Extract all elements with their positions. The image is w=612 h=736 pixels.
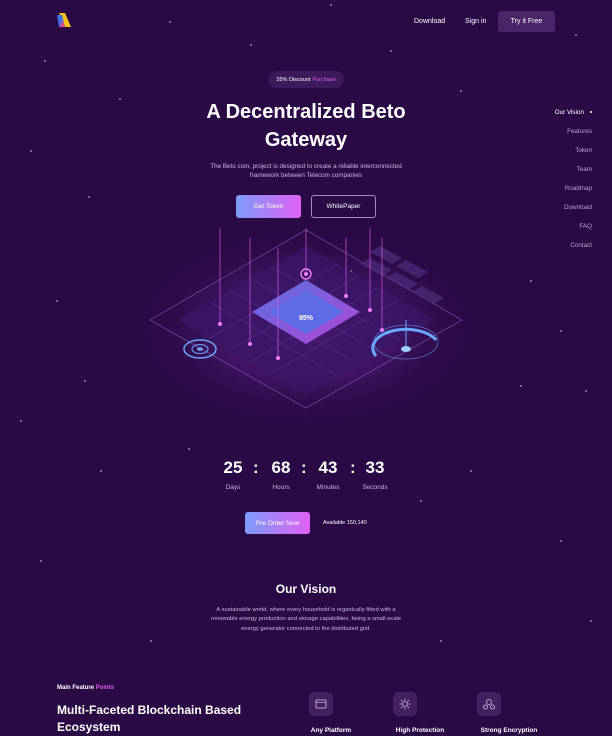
try-free-button[interactable]: Try it Free <box>498 11 555 32</box>
hero-subtitle-line-1: The Beto coin, project is designed to cr… <box>210 163 402 170</box>
countdown-minutes-label: Minutes <box>316 484 340 491</box>
features-title-line-2: Ecosystem <box>57 720 121 734</box>
features-kicker-text: Main Feature <box>57 685 95 691</box>
section-nav-contact[interactable]: Contact <box>512 240 592 259</box>
countdown-days: 25 Days <box>213 458 253 491</box>
section-nav-vision[interactable]: Our Vision <box>512 107 592 126</box>
countdown-hours: 68 Hours <box>261 458 301 491</box>
hero-title-line-1: A Decentralized Beto <box>206 101 406 123</box>
countdown-minutes-value: 43 <box>318 458 338 477</box>
protection-icon <box>393 692 417 716</box>
hero-title: A Decentralized Beto Gateway <box>180 98 432 154</box>
feature-strong-encryption: Strong Encryption <box>480 727 538 734</box>
hero-title-line-2: Gateway <box>264 129 348 151</box>
section-nav-token[interactable]: Token <box>512 145 592 164</box>
nav-download-link[interactable]: Download <box>414 18 445 25</box>
vision-text: A sustainable world, where every househo… <box>190 606 422 634</box>
platform-icon <box>309 692 333 716</box>
features-kicker-accent: Points <box>95 685 115 691</box>
features-kicker: Main Feature Points <box>57 685 114 691</box>
vision-text-line-1: A sustainable world, where every househo… <box>216 607 396 613</box>
blockchain-chip-illustration: 95% <box>136 228 476 426</box>
section-nav-roadmap[interactable]: Roadmap <box>512 183 592 202</box>
pre-order-button[interactable]: Pre Order Now <box>245 512 310 534</box>
section-nav-download[interactable]: Download <box>512 202 592 221</box>
features-title-line-1: Multi-Faceted Blockchain Based <box>57 703 242 717</box>
section-nav: Our Vision Features Token Team Roadmap D… <box>512 107 592 259</box>
countdown-separator: : <box>301 458 307 477</box>
section-nav-faq[interactable]: FAQ <box>512 221 592 240</box>
chip-label: 95% <box>299 315 314 322</box>
get-token-button[interactable]: Get Token <box>236 195 301 218</box>
encryption-icon <box>477 692 501 716</box>
feature-any-platform: Any Platform <box>310 727 352 734</box>
countdown-seconds: 33 Seconds <box>355 458 395 491</box>
countdown-minutes: 43 Minutes <box>308 458 348 491</box>
discount-badge[interactable]: 35% Discount Purchase <box>268 71 344 88</box>
countdown-separator: : <box>253 458 259 477</box>
countdown-seconds-value: 33 <box>365 458 385 477</box>
vision-title: Our Vision <box>275 582 337 596</box>
vision-text-line-2: renewable energy production and storage … <box>210 616 402 623</box>
whitepaper-button[interactable]: WhitePaper <box>311 195 376 218</box>
nav-signin-link[interactable]: Sign in <box>465 18 486 25</box>
countdown-hours-label: Hours <box>272 484 290 491</box>
section-nav-features[interactable]: Features <box>512 126 592 145</box>
countdown-days-value: 25 <box>223 458 243 477</box>
features-title: Multi-Faceted Blockchain Based Ecosystem <box>57 702 277 736</box>
countdown-days-label: Days <box>225 484 241 491</box>
countdown-hours-value: 68 <box>271 458 291 477</box>
available-count: Available 150,140 <box>323 520 367 526</box>
hero-subtitle-line-2: framework between Telecom companies <box>249 172 363 179</box>
beto-logo[interactable] <box>57 12 71 28</box>
feature-high-protection: High Protection <box>395 727 445 734</box>
hero-subtitle: The Beto coin, project is designed to cr… <box>196 162 416 180</box>
vision-text-line-3: energy generator connected to the distri… <box>241 625 371 632</box>
badge-text: 35% Discount <box>276 76 311 83</box>
countdown-seconds-label: Seconds <box>362 484 388 491</box>
section-nav-team[interactable]: Team <box>512 164 592 183</box>
badge-purchase-link[interactable]: Purchase <box>312 77 335 83</box>
